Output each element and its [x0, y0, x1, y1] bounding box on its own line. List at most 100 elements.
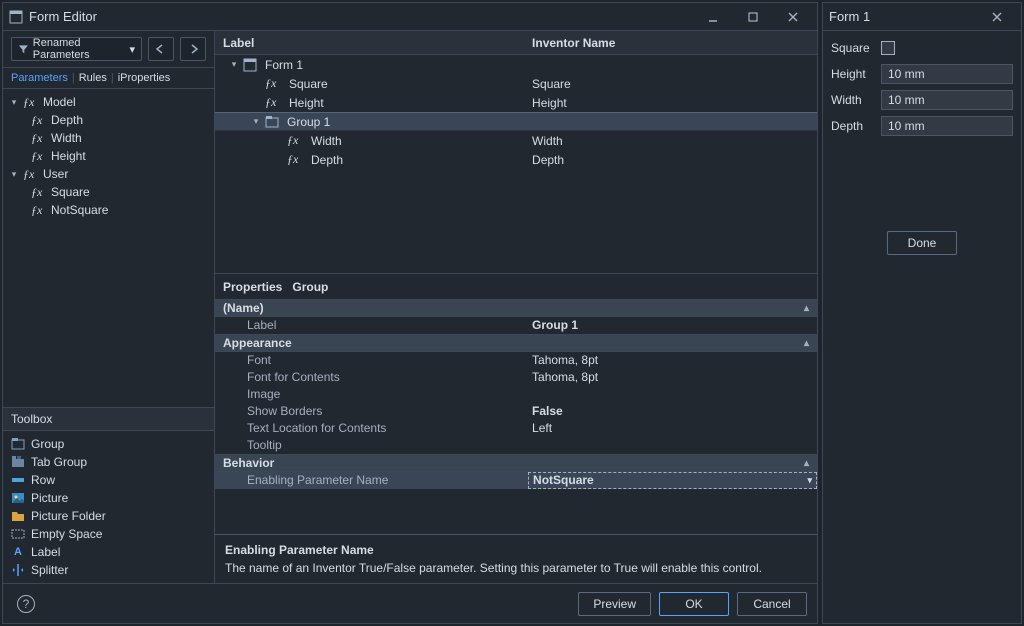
chevron-up-icon: ▴ [804, 303, 809, 314]
form-tree-row[interactable]: ƒxWidthWidth [215, 131, 817, 150]
section-behavior[interactable]: Behavior▴ [215, 454, 817, 472]
form-tree-inventor-name: Height [528, 96, 817, 110]
col-label: Label [215, 36, 528, 50]
cancel-button[interactable]: Cancel [737, 592, 807, 616]
tree-item[interactable]: ƒxNotSquare [5, 201, 212, 219]
section-name[interactable]: (Name)▴ [215, 299, 817, 317]
toolbox-list: Group Tab Group Row Picture Picture Fold… [3, 431, 214, 583]
toolbox-label: Row [31, 473, 55, 487]
form-tree-row[interactable]: ▾Form 1 [215, 55, 817, 74]
section-appearance[interactable]: Appearance▴ [215, 334, 817, 352]
chevron-down-icon[interactable]: ▾ [807, 475, 812, 486]
toolbox-label: Tab Group [31, 455, 87, 469]
properties-header: Properties Group [215, 273, 817, 299]
properties-header-label: Properties [223, 280, 282, 294]
caret-down-icon: ▾ [251, 116, 261, 127]
form-tree-inventor-name: Width [528, 134, 817, 148]
prop-enabling-row[interactable]: Enabling Parameter NameNotSquare▾ [215, 472, 817, 489]
tree-label: Square [51, 185, 90, 199]
toolbox-picture[interactable]: Picture [7, 489, 210, 507]
preview-close-button[interactable] [979, 7, 1015, 27]
height-input[interactable]: 10 mm [881, 64, 1013, 84]
prop-textloc-row[interactable]: Text Location for ContentsLeft [215, 420, 817, 437]
fx-icon: ƒx [287, 133, 303, 148]
toolbox-header: Toolbox [3, 407, 214, 431]
maximize-button[interactable] [735, 7, 771, 27]
prop-label-row[interactable]: LabelGroup 1 [215, 317, 817, 334]
form-tree: ▾Form 1ƒxSquareSquareƒxHeightHeight ▾ Grou… [215, 55, 817, 273]
caret-down-icon: ▾ [9, 169, 19, 180]
form-tree-row[interactable]: ƒxSquareSquare [215, 74, 817, 93]
tree-label: User [43, 167, 68, 181]
tree-user[interactable]: ▾ƒxUser [5, 165, 212, 183]
tree-item[interactable]: ƒxDepth [5, 111, 212, 129]
toolbox-label: Empty Space [31, 527, 102, 541]
left-column: Renamed Parameters ▾ Parameters | Rules … [3, 31, 215, 583]
filter-dropdown-label: Renamed Parameters [33, 37, 130, 61]
width-label: Width [831, 93, 881, 107]
tree-label: Model [43, 95, 76, 109]
square-row: Square [831, 37, 1013, 59]
prop-image-row[interactable]: Image [215, 386, 817, 403]
tree-item[interactable]: ƒxWidth [5, 129, 212, 147]
toolbox-group[interactable]: Group [7, 435, 210, 453]
tab-rules[interactable]: Rules [79, 72, 107, 84]
minimize-button[interactable] [695, 7, 731, 27]
prop-font-row[interactable]: FontTahoma, 8pt [215, 352, 817, 369]
tree-model[interactable]: ▾ƒxModel [5, 93, 212, 111]
tab-parameters[interactable]: Parameters [11, 72, 68, 84]
editor-footer: ? Preview OK Cancel [3, 583, 817, 623]
ok-button[interactable]: OK [659, 592, 729, 616]
empty-icon [11, 527, 25, 541]
picture-icon [11, 491, 25, 505]
form-tree-row[interactable]: ƒxHeightHeight [215, 93, 817, 112]
group-icon [265, 115, 279, 129]
toolbox-label-item[interactable]: ALabel [7, 543, 210, 561]
tree-label: Height [51, 149, 86, 163]
caret-down-icon: ▾ [9, 97, 19, 108]
toolbox-label: Group [31, 437, 64, 451]
depth-input[interactable]: 10 mm [881, 116, 1013, 136]
right-column: Label Inventor Name ▾Form 1ƒxSquareSquar… [215, 31, 817, 583]
preview-button[interactable]: Preview [578, 592, 651, 616]
chevron-down-icon: ▾ [129, 43, 135, 56]
grid-header: Label Inventor Name [215, 31, 817, 55]
toolbox-splitter[interactable]: Splitter [7, 561, 210, 579]
tree-item[interactable]: ƒxSquare [5, 183, 212, 201]
form-tree-row-selected[interactable]: ▾ Group 1 [215, 112, 817, 131]
toolbox-label: Picture [31, 491, 68, 505]
preview-titlebar: Form 1 [823, 3, 1021, 31]
tree-label: NotSquare [51, 203, 108, 217]
tree-item[interactable]: ƒxHeight [5, 147, 212, 165]
parameter-tree: ▾ƒxModel ƒxDepth ƒxWidth ƒxHeight ▾ƒxUse… [3, 89, 214, 407]
square-checkbox[interactable] [881, 41, 895, 55]
toolbox-empty[interactable]: Empty Space [7, 525, 210, 543]
prop-borders-row[interactable]: Show BordersFalse [215, 403, 817, 420]
form-tree-inventor-name: Depth [528, 153, 817, 167]
help-desc: The name of an Inventor True/False param… [225, 561, 807, 575]
form-tree-inventor-name: Square [528, 77, 817, 91]
undo-button[interactable] [148, 37, 174, 61]
prop-tooltip-row[interactable]: Tooltip [215, 437, 817, 454]
help-button[interactable]: ? [17, 595, 35, 613]
tabgroup-icon [11, 455, 25, 469]
prop-font-contents-row[interactable]: Font for ContentsTahoma, 8pt [215, 369, 817, 386]
toolbox-tabgroup[interactable]: Tab Group [7, 453, 210, 471]
toolbox-picturefolder[interactable]: Picture Folder [7, 507, 210, 525]
close-button[interactable] [775, 7, 811, 27]
width-input[interactable]: 10 mm [881, 90, 1013, 110]
form-tree-row[interactable]: ƒxDepthDepth [215, 150, 817, 169]
prop-enabling-value: NotSquare [533, 473, 594, 487]
editor-window: Form Editor Renamed Parameters ▾ Paramet… [2, 2, 818, 624]
toolbox-row[interactable]: Row [7, 471, 210, 489]
preview-window: Form 1 Square Height 10 mm Width 10 mm D… [822, 2, 1022, 624]
height-label: Height [831, 67, 881, 81]
done-button[interactable]: Done [887, 231, 957, 255]
tab-iproperties[interactable]: iProperties [118, 72, 171, 84]
toolbox-label: Picture Folder [31, 509, 106, 523]
redo-button[interactable] [180, 37, 206, 61]
width-row: Width 10 mm [831, 89, 1013, 111]
filter-dropdown[interactable]: Renamed Parameters ▾ [11, 37, 142, 61]
group-icon [11, 437, 25, 451]
form-tree-label: Group 1 [287, 115, 330, 129]
